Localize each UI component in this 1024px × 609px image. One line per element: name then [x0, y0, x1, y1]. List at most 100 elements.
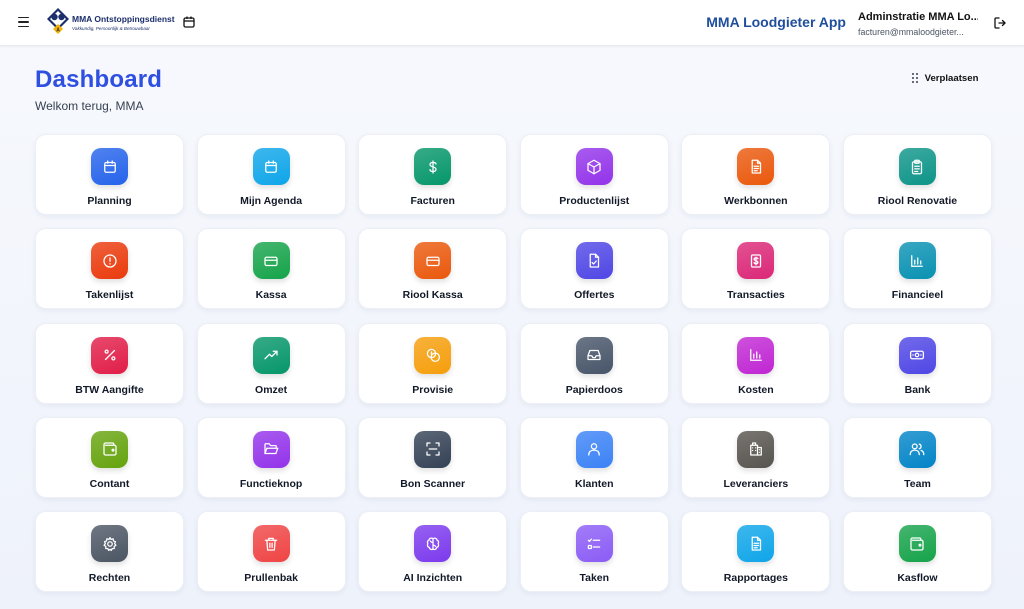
brain-icon — [414, 525, 452, 563]
tile-productenlijst[interactable]: Productenlijst — [519, 134, 669, 215]
tile-contant[interactable]: Contant — [35, 416, 184, 498]
wallet-icon — [898, 525, 936, 563]
clipboard-icon — [898, 148, 936, 185]
box-icon — [575, 148, 613, 185]
trash-icon — [252, 525, 290, 563]
tile-label: Takenlijst — [85, 289, 134, 302]
tile-kosten[interactable]: Kosten — [681, 322, 831, 404]
tile-label: Team — [904, 477, 931, 490]
wallet-icon — [91, 430, 128, 468]
page-title: Dashboard — [35, 66, 163, 93]
users-icon — [898, 430, 936, 468]
user-name[interactable]: Adminstratie MMA Lo... — [858, 11, 978, 23]
tile-label: Kasflow — [897, 572, 938, 585]
trending-up-icon — [252, 336, 290, 374]
tile-offertes[interactable]: Offertes — [519, 228, 669, 310]
tile-planning[interactable]: Planning — [35, 134, 184, 215]
tile-bon-scanner[interactable]: Bon Scanner — [358, 416, 508, 498]
tile-riool-kassa[interactable]: Riool Kassa — [358, 228, 508, 310]
tile-werkbonnen[interactable]: Werkbonnen — [681, 134, 831, 215]
tile-btw-aangifte[interactable]: BTW Aangifte — [35, 322, 184, 404]
tile-ai-inzichten[interactable]: AI Inzichten — [358, 511, 508, 593]
tile-label: Prullenbak — [244, 572, 298, 585]
tile-label: Omzet — [255, 383, 288, 396]
tile-label: Transacties — [726, 289, 785, 302]
hamburger-menu-icon[interactable] — [18, 14, 34, 30]
tile-financieel[interactable]: Financieel — [842, 228, 992, 310]
tile-klanten[interactable]: Klanten — [519, 416, 669, 498]
tile-label: Bon Scanner — [400, 477, 466, 490]
move-button[interactable]: Verplaatsen — [912, 71, 978, 85]
tile-label: Planning — [87, 195, 132, 207]
document-icon — [737, 148, 775, 185]
tile-riool-renovatie[interactable]: Riool Renovatie — [842, 134, 992, 215]
inbox-icon — [575, 336, 613, 374]
list-check-icon — [575, 525, 613, 563]
tile-mijn-agenda[interactable]: Mijn Agenda — [196, 134, 346, 215]
coins-icon — [414, 336, 452, 374]
page-subtitle: Welkom terug, MMA — [35, 99, 144, 113]
tile-rapportages[interactable]: Rapportages — [681, 511, 831, 593]
bar-chart-icon — [737, 336, 775, 374]
building-icon — [737, 430, 775, 468]
tile-facturen[interactable]: Facturen — [358, 134, 508, 215]
tile-kasflow[interactable]: Kasflow — [842, 511, 992, 593]
tile-functieknop[interactable]: Functieknop — [196, 416, 346, 498]
tile-provisie[interactable]: Provisie — [358, 322, 508, 404]
tile-label: Kosten — [738, 383, 774, 396]
tile-label: Productenlijst — [559, 195, 630, 207]
dashboard-tile-grid: Planning Mijn Agenda Facturen Productenlijs… — [35, 134, 992, 593]
tile-label: Klanten — [575, 477, 614, 490]
card-icon — [252, 242, 290, 280]
tile-label: Rapportages — [723, 572, 788, 585]
calendar-icon — [252, 148, 290, 185]
tile-label: Riool Kassa — [402, 289, 463, 302]
tile-label: BTW Aangifte — [75, 383, 144, 396]
tile-label: Werkbonnen — [724, 195, 788, 207]
tile-rechten[interactable]: Rechten — [35, 511, 184, 593]
tile-kassa[interactable]: Kassa — [196, 228, 346, 310]
tile-label: Facturen — [410, 195, 455, 207]
app-title: MMA Loodgieter App — [706, 14, 846, 30]
top-bar: A MMA Ontstoppingsdienst Vakkundig, Pers… — [0, 0, 1024, 46]
move-label: Verplaatsen — [924, 72, 979, 84]
file-check-icon — [575, 242, 613, 280]
calendar-icon[interactable] — [182, 15, 196, 29]
tile-takenlijst[interactable]: Takenlijst — [35, 228, 184, 310]
card-icon — [414, 242, 452, 280]
tile-label: Mijn Agenda — [240, 195, 303, 207]
user-icon — [575, 430, 613, 468]
tile-label: Rechten — [88, 572, 131, 585]
brand-tagline: Vakkundig, Persoonlijk & Betrouwbaar — [72, 26, 150, 31]
tile-label: Financieel — [891, 289, 944, 302]
tile-team[interactable]: Team — [842, 416, 992, 498]
user-email: facturen@mmaloodgieter... — [858, 27, 964, 37]
percent-icon — [91, 336, 128, 374]
tile-transacties[interactable]: Transacties — [681, 228, 831, 310]
document-icon — [737, 525, 775, 563]
tile-label: Taken — [579, 572, 610, 585]
folder-icon — [252, 430, 290, 468]
tile-label: Riool Renovatie — [877, 195, 958, 207]
scan-icon — [414, 430, 452, 468]
svg-text:A: A — [56, 28, 60, 34]
tile-bank[interactable]: Bank — [842, 322, 992, 404]
tile-leveranciers[interactable]: Leveranciers — [681, 416, 831, 498]
tile-label: Leveranciers — [723, 477, 789, 490]
bar-chart-icon — [898, 242, 936, 280]
tile-prullenbak[interactable]: Prullenbak — [196, 511, 346, 593]
tile-omzet[interactable]: Omzet — [196, 322, 346, 404]
company-logo: A — [47, 8, 69, 34]
tile-label: Functieknop — [239, 477, 303, 490]
receipt-icon — [737, 242, 775, 280]
tile-label: Offertes — [574, 289, 615, 302]
dollar-icon — [414, 148, 452, 185]
tile-papierdoos[interactable]: Papierdoos — [519, 322, 669, 404]
banknote-icon — [898, 336, 936, 374]
tile-label: AI Inzichten — [403, 572, 463, 585]
calendar-icon — [91, 148, 128, 185]
tile-taken[interactable]: Taken — [519, 511, 669, 593]
tile-label: Contant — [89, 477, 130, 490]
logout-icon[interactable] — [993, 16, 1007, 30]
tile-label: Kassa — [255, 289, 287, 302]
